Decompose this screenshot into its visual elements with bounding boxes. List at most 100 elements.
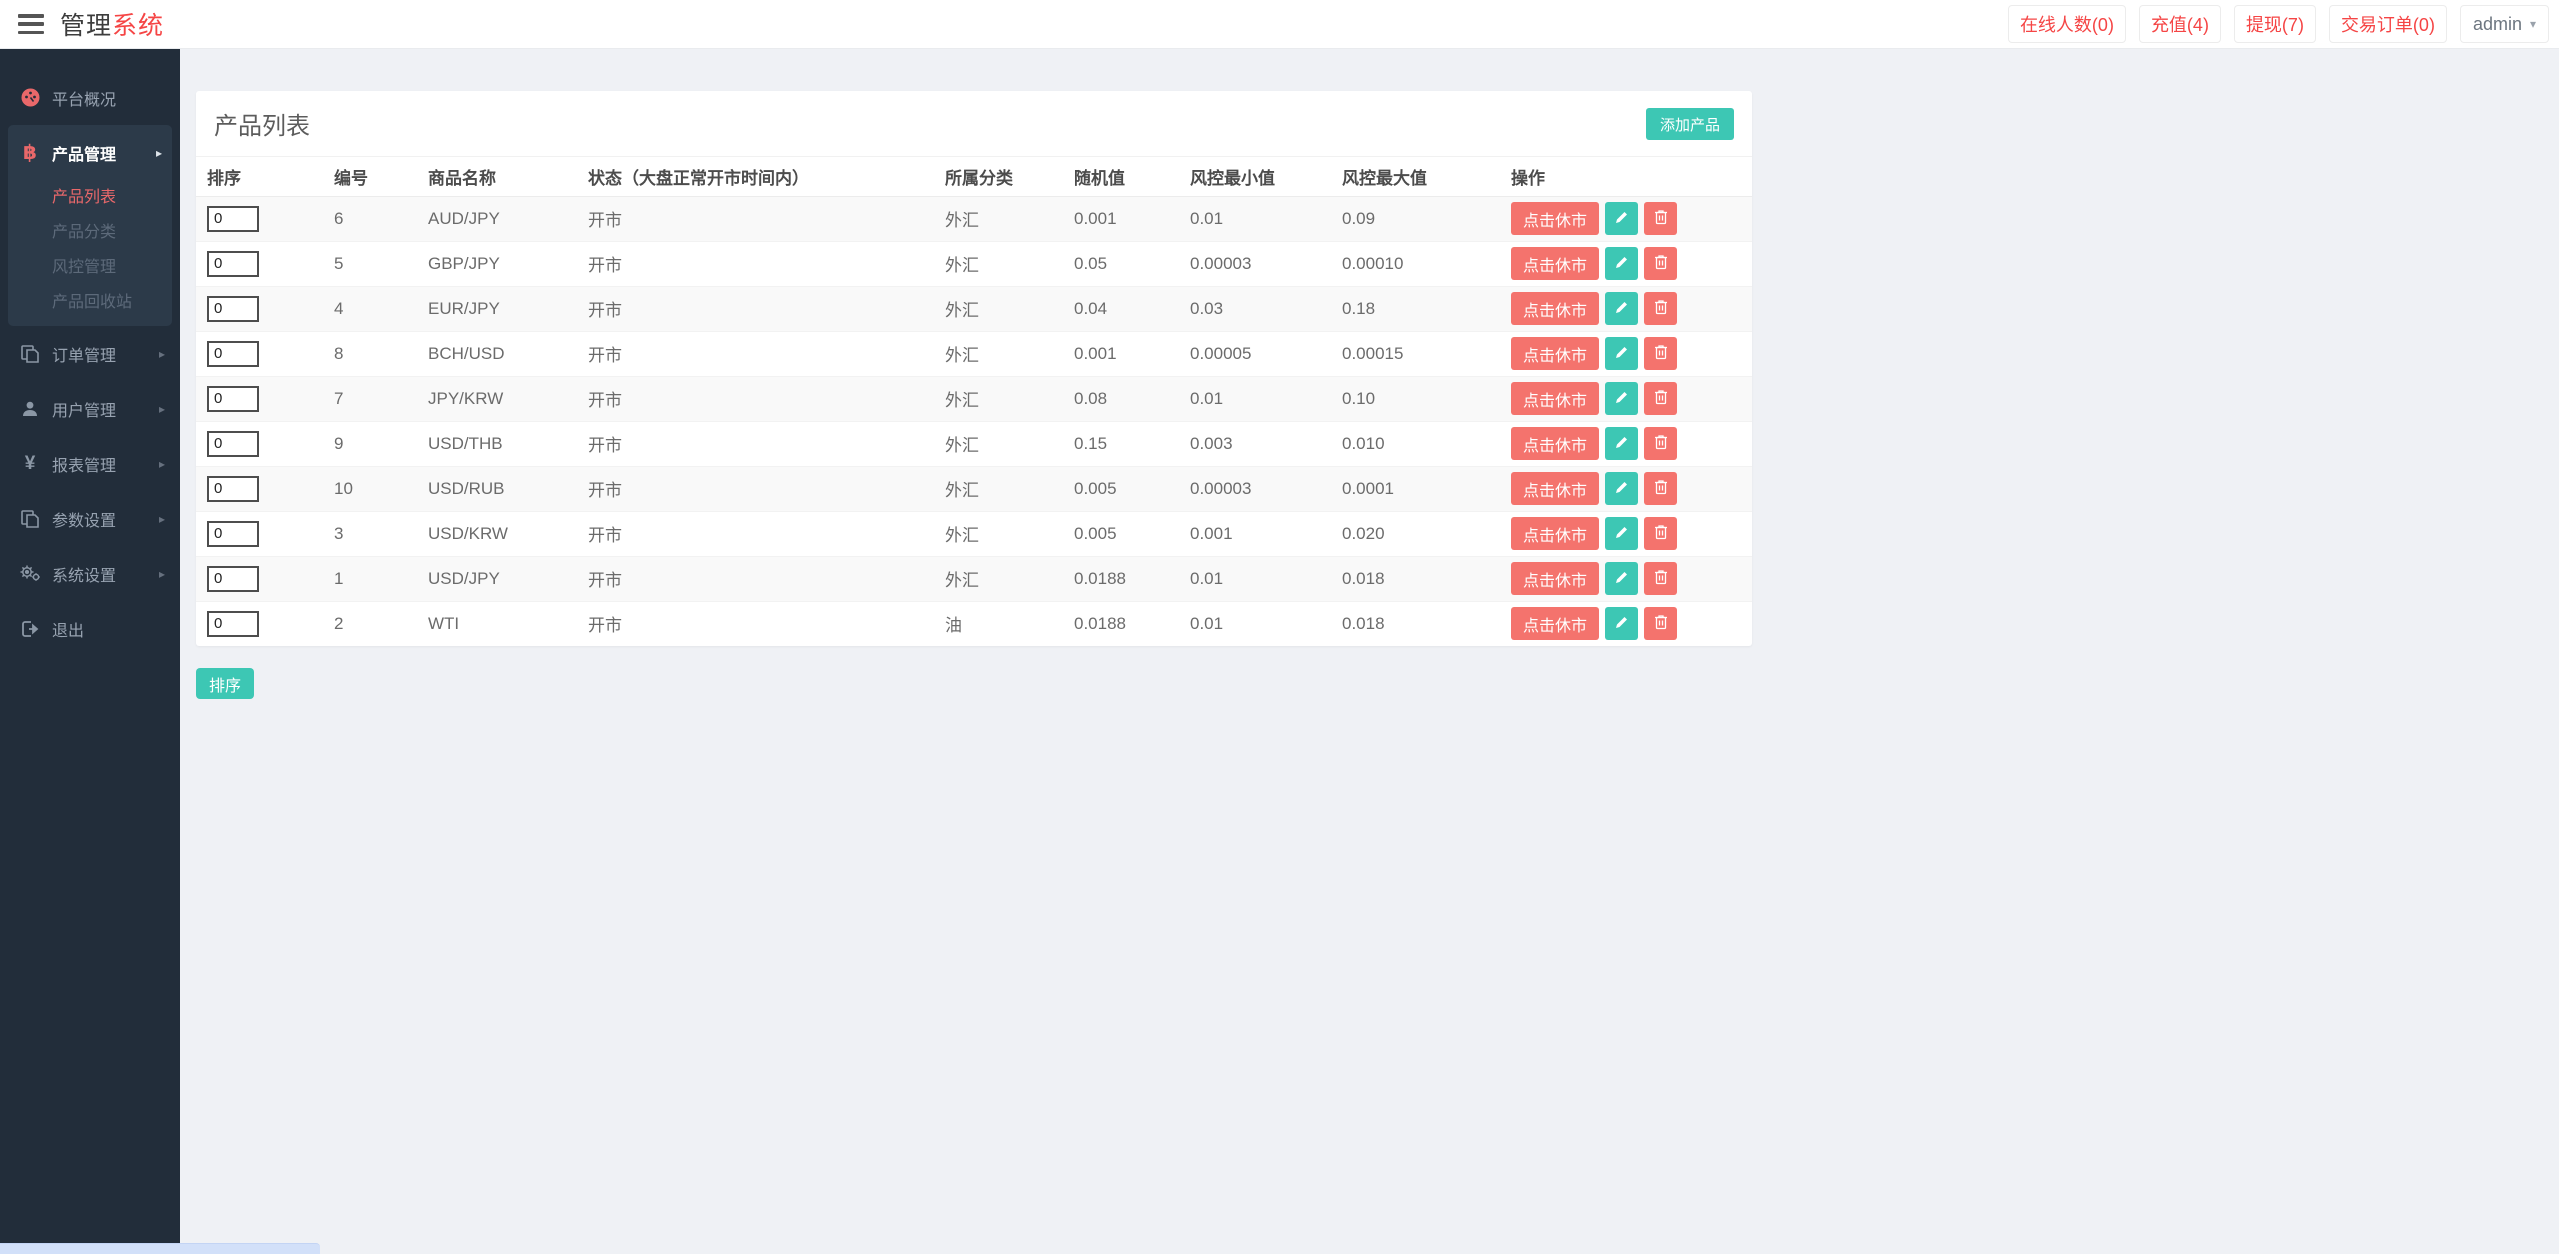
cell-category: 外汇 [934, 511, 1063, 556]
delete-button[interactable] [1644, 472, 1677, 505]
cell-status: 开市 [577, 466, 934, 511]
sidebar-item[interactable]: 系统设置▸ [0, 546, 180, 601]
sidebar-subitem-active[interactable]: 产品列表 [8, 180, 172, 215]
cell-status: 开市 [577, 286, 934, 331]
sort-order-input[interactable] [207, 566, 259, 592]
cell-risk-max: 0.020 [1331, 511, 1500, 556]
pencil-icon [1614, 300, 1629, 318]
edit-button[interactable] [1605, 292, 1638, 325]
sidebar-item[interactable]: 用户管理▸ [0, 381, 180, 436]
user-dropdown[interactable]: admin ▾ [2460, 5, 2549, 43]
cell-random-value: 0.0188 [1063, 556, 1179, 601]
cell-product-name: EUR/JPY [417, 286, 577, 331]
edit-button[interactable] [1605, 517, 1638, 550]
edit-button[interactable] [1605, 382, 1638, 415]
close-market-button[interactable]: 点击休市 [1511, 607, 1599, 640]
cell-random-value: 0.005 [1063, 466, 1179, 511]
add-product-button[interactable]: 添加产品 [1646, 108, 1734, 140]
close-market-button[interactable]: 点击休市 [1511, 517, 1599, 550]
delete-button[interactable] [1644, 517, 1677, 550]
sort-order-input[interactable] [207, 611, 259, 637]
cell-random-value: 0.0188 [1063, 601, 1179, 646]
header-link[interactable]: 充值(4) [2139, 5, 2221, 43]
delete-button[interactable] [1644, 562, 1677, 595]
dashboard-icon [18, 88, 42, 107]
close-market-button[interactable]: 点击休市 [1511, 247, 1599, 280]
table-row: 5GBP/JPY开市外汇0.050.000030.00010点击休市 [196, 241, 1752, 286]
sidebar-item[interactable]: 参数设置▸ [0, 491, 180, 546]
cell-risk-max: 0.18 [1331, 286, 1500, 331]
sort-order-input[interactable] [207, 521, 259, 547]
cell-sort [196, 286, 323, 331]
pencil-icon [1614, 615, 1629, 633]
sort-order-input[interactable] [207, 431, 259, 457]
cell-risk-min: 0.00003 [1179, 466, 1331, 511]
edit-button[interactable] [1605, 247, 1638, 280]
sort-order-input[interactable] [207, 386, 259, 412]
close-market-button[interactable]: 点击休市 [1511, 562, 1599, 595]
edit-button[interactable] [1605, 562, 1638, 595]
close-market-button[interactable]: 点击休市 [1511, 382, 1599, 415]
close-market-button[interactable]: 点击休市 [1511, 337, 1599, 370]
pencil-icon [1614, 255, 1629, 273]
cell-status: 开市 [577, 601, 934, 646]
delete-button[interactable] [1644, 382, 1677, 415]
sort-order-input[interactable] [207, 341, 259, 367]
close-market-button[interactable]: 点击休市 [1511, 472, 1599, 505]
sidebar-item[interactable]: ¥报表管理▸ [0, 436, 180, 491]
pencil-icon [1614, 525, 1629, 543]
header-link[interactable]: 交易订单(0) [2329, 5, 2447, 43]
cell-random-value: 0.005 [1063, 511, 1179, 556]
action-buttons: 点击休市 [1511, 472, 1752, 505]
sidebar-item[interactable]: 订单管理▸ [0, 326, 180, 381]
cell-id: 4 [323, 286, 417, 331]
edit-button[interactable] [1605, 337, 1638, 370]
column-header: 商品名称 [417, 157, 577, 196]
caret-right-icon: ▸ [159, 512, 165, 526]
sort-order-input[interactable] [207, 296, 259, 322]
sidebar-subitem[interactable]: 风控管理 [8, 250, 172, 285]
sidebar-item[interactable]: 退出 [0, 601, 180, 656]
sort-order-input[interactable] [207, 476, 259, 502]
caret-right-icon: ▸ [159, 457, 165, 471]
delete-button[interactable] [1644, 247, 1677, 280]
delete-button[interactable] [1644, 427, 1677, 460]
product-list-card: 产品列表 添加产品 排序编号商品名称状态（大盘正常开市时间内）所属分类随机值风控… [196, 91, 1752, 646]
cell-actions: 点击休市 [1500, 511, 1752, 556]
cell-actions: 点击休市 [1500, 241, 1752, 286]
close-market-button[interactable]: 点击休市 [1511, 202, 1599, 235]
files-icon [18, 510, 42, 528]
sort-order-input[interactable] [207, 251, 259, 277]
close-market-button[interactable]: 点击休市 [1511, 292, 1599, 325]
edit-button[interactable] [1605, 202, 1638, 235]
yen-icon: ¥ [18, 453, 42, 475]
sidebar-subitem[interactable]: 产品分类 [8, 215, 172, 250]
delete-button[interactable] [1644, 202, 1677, 235]
edit-button[interactable] [1605, 472, 1638, 505]
menu-toggle-icon[interactable] [18, 14, 44, 34]
header-link[interactable]: 提现(7) [2234, 5, 2316, 43]
edit-button[interactable] [1605, 607, 1638, 640]
sort-order-input[interactable] [207, 206, 259, 232]
edit-button[interactable] [1605, 427, 1638, 460]
cell-risk-min: 0.01 [1179, 556, 1331, 601]
delete-button[interactable] [1644, 337, 1677, 370]
cell-category: 油 [934, 601, 1063, 646]
sort-submit-button[interactable]: 排序 [196, 668, 254, 699]
trash-icon [1654, 299, 1668, 318]
cell-category: 外汇 [934, 421, 1063, 466]
cell-risk-max: 0.0001 [1331, 466, 1500, 511]
caret-right-icon: ▸ [159, 567, 165, 581]
top-header: 管理系统 在线人数(0)充值(4)提现(7)交易订单(0) admin ▾ [0, 0, 2559, 49]
delete-button[interactable] [1644, 607, 1677, 640]
sidebar-item[interactable]: 平台概况 [0, 70, 180, 125]
cell-risk-min: 0.01 [1179, 601, 1331, 646]
delete-button[interactable] [1644, 292, 1677, 325]
sidebar-subitem[interactable]: 产品回收站 [8, 285, 172, 320]
close-market-button[interactable]: 点击休市 [1511, 427, 1599, 460]
action-buttons: 点击休市 [1511, 247, 1752, 280]
sidebar-item[interactable]: ฿产品管理▸ [8, 125, 172, 180]
header-link[interactable]: 在线人数(0) [2008, 5, 2126, 43]
sidebar: 平台概况฿产品管理▸产品列表产品分类风控管理产品回收站订单管理▸用户管理▸¥报表… [0, 49, 180, 1254]
action-buttons: 点击休市 [1511, 202, 1752, 235]
